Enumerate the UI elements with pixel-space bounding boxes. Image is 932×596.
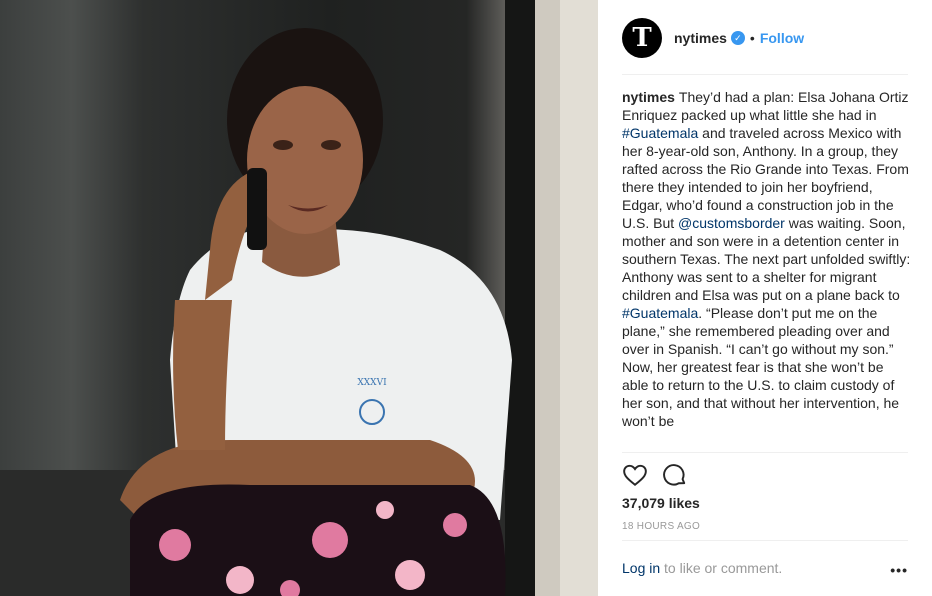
verified-badge-icon: ✓ <box>730 31 745 45</box>
more-options-icon[interactable]: ••• <box>890 562 908 578</box>
login-link[interactable]: Log in <box>622 560 660 576</box>
mention-link[interactable]: @customsborder <box>678 215 785 231</box>
post-sidebar: T nytimes ✓ • Follow nytimes They’d had a… <box>598 0 932 596</box>
photo-illustration: XXXVI <box>0 0 598 596</box>
post-photo[interactable]: XXXVI <box>0 0 598 596</box>
hashtag-link[interactable]: #Guatemala <box>622 125 698 141</box>
action-bar <box>622 460 702 490</box>
avatar-logo: T <box>632 23 652 53</box>
avatar[interactable]: T <box>622 18 662 58</box>
divider <box>622 452 908 453</box>
svg-text:XXXVI: XXXVI <box>357 378 387 388</box>
hashtag-link[interactable]: #Guatemala <box>622 305 698 321</box>
post-caption: nytimes They’d had a plan: Elsa Johana Or… <box>622 88 912 452</box>
divider <box>622 74 908 75</box>
follow-button[interactable]: Follow <box>760 30 804 46</box>
like-count[interactable]: 37,079 likes <box>622 495 700 511</box>
caption-text: . “Please don’t put me on the plane,” sh… <box>622 305 900 429</box>
login-suffix: to like or comment. <box>660 560 783 576</box>
separator-dot: • <box>749 30 755 46</box>
login-prompt: Log in to like or comment. <box>622 560 908 576</box>
post-header: T nytimes ✓ • Follow <box>622 16 908 60</box>
username[interactable]: nytimes <box>674 30 727 46</box>
comment-icon[interactable] <box>662 462 688 488</box>
heart-icon[interactable] <box>622 462 648 488</box>
divider <box>622 540 908 541</box>
timestamp: 18 HOURS AGO <box>622 521 701 532</box>
caption-author[interactable]: nytimes <box>622 89 675 105</box>
